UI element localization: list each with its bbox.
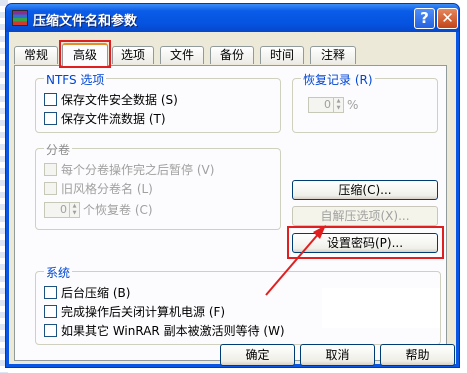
help-title-button[interactable]: ? — [414, 8, 435, 29]
password-highlight-box — [287, 226, 444, 259]
checkbox-box[interactable] — [44, 112, 57, 125]
help-icon: ? — [420, 9, 429, 27]
checkbox-label: 如果其它 WinRAR 副本被激活则等待 (W) — [61, 324, 285, 338]
checkbox-box[interactable] — [44, 163, 57, 176]
checkbox-label: 完成操作后关闭计算机电源 (F) — [61, 305, 226, 319]
window-title: 压缩文件名和参数 — [33, 14, 138, 29]
group-volumes: 分卷 每个分卷操作完之后暂停 (V) 旧风格分卷名 (L) 0 ▲ ▼ 个恢复卷 … — [35, 141, 281, 230]
checkbox-box[interactable] — [44, 305, 57, 318]
help-button[interactable]: 帮助 — [380, 344, 455, 366]
ok-button[interactable]: 确定 — [220, 344, 295, 366]
checkbox-box[interactable] — [44, 324, 57, 337]
recovery-volumes-field[interactable]: 0 — [44, 201, 70, 218]
cancel-button[interactable]: 取消 — [300, 344, 375, 366]
spin-arrows-icon[interactable]: ▲ ▼ — [334, 97, 344, 113]
recovery-record-spinner[interactable]: 0 ▲ ▼ % — [308, 97, 358, 113]
checkbox-label: 每个分卷操作完之后暂停 (V) — [61, 163, 215, 177]
recovery-volumes-spinner[interactable]: 0 ▲ ▼ 个恢复卷 (C) — [44, 201, 153, 218]
group-label-ntfs: NTFS 选项 — [44, 71, 107, 88]
tab-general[interactable]: 常规 — [14, 46, 58, 64]
tab-time[interactable]: 时间 — [260, 46, 304, 64]
recovery-unit: % — [347, 98, 359, 112]
checkbox-box[interactable] — [44, 182, 57, 195]
close-title-button[interactable]: ✕ — [437, 8, 458, 29]
group-label-volumes: 分卷 — [44, 141, 73, 158]
group-ntfs-options: NTFS 选项 保存文件安全数据 (S) 保存文件流数据 (T) — [35, 71, 281, 133]
tab-options[interactable]: 选项 — [112, 46, 154, 64]
compress-button[interactable]: 压缩(C)... — [292, 180, 438, 200]
close-icon: ✕ — [441, 9, 454, 27]
tab-files[interactable]: 文件 — [160, 46, 204, 64]
recovery-record-field[interactable]: 0 — [308, 97, 334, 113]
tab-backup[interactable]: 备份 — [210, 46, 254, 64]
checkbox-background-compress[interactable]: 后台压缩 (B) — [44, 284, 130, 301]
group-label-recovery: 恢复记录 (R) — [301, 71, 375, 88]
tab-comment[interactable]: 注释 — [310, 46, 356, 64]
tab-highlight-box — [59, 40, 111, 68]
winrar-app-icon — [12, 10, 28, 26]
group-label-system: 系统 — [44, 264, 73, 281]
checkbox-label: 旧风格分卷名 (L) — [61, 182, 153, 196]
checkbox-label: 后台压缩 (B) — [61, 286, 131, 300]
checkbox-save-streams[interactable]: 保存文件流数据 (T) — [44, 110, 166, 127]
checkbox-old-style-names[interactable]: 旧风格分卷名 (L) — [44, 180, 153, 197]
recovery-volumes-label: 个恢复卷 (C) — [83, 203, 153, 217]
checkbox-box[interactable] — [44, 93, 57, 106]
sfx-options-button[interactable]: 自解压选项(X)... — [292, 206, 438, 226]
checkbox-wait-other-copies[interactable]: 如果其它 WinRAR 副本被激活则等待 (W) — [44, 322, 285, 339]
spin-arrows-icon[interactable]: ▲ ▼ — [70, 201, 80, 218]
title-bar[interactable]: 压缩文件名和参数 ? ✕ — [6, 4, 459, 32]
watermark-overlay — [322, 288, 440, 328]
group-recovery-record: 恢复记录 (R) 0 ▲ ▼ % — [292, 71, 438, 133]
checkbox-pause-after-volume[interactable]: 每个分卷操作完之后暂停 (V) — [44, 161, 214, 178]
checkbox-shutdown-after[interactable]: 完成操作后关闭计算机电源 (F) — [44, 303, 225, 320]
checkbox-box[interactable] — [44, 286, 57, 299]
checkbox-label: 保存文件安全数据 (S) — [61, 93, 178, 107]
checkbox-save-security[interactable]: 保存文件安全数据 (S) — [44, 91, 178, 108]
checkbox-label: 保存文件流数据 (T) — [61, 112, 166, 126]
